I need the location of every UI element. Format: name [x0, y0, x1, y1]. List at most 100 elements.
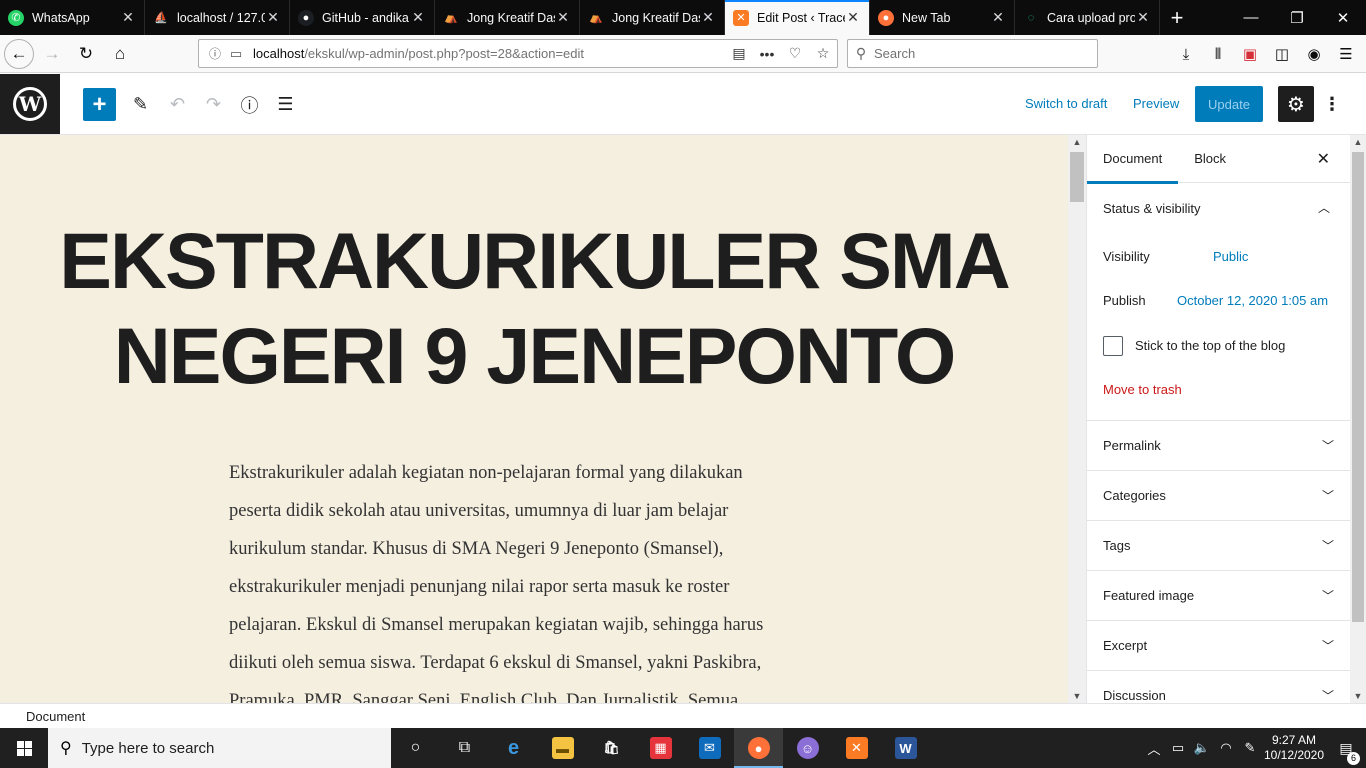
restore-icon[interactable]: ❐ [1274, 0, 1320, 35]
visibility-toggle[interactable]: Public [1213, 249, 1248, 264]
undo-icon[interactable]: ↶ [161, 88, 194, 121]
close-icon[interactable]: ✕ [990, 9, 1006, 26]
tab-new-tab[interactable]: ● New Tab ✕ [870, 0, 1015, 35]
taskbar-search[interactable]: ⚲ Type here to search [48, 728, 391, 768]
tab-cara-upload[interactable]: ◌ Cara upload pro ✕ [1015, 0, 1160, 35]
xampp-taskbar-icon[interactable]: ✕ [832, 728, 881, 768]
tab-phpmyadmin[interactable]: ⛵ localhost / 127.0 ✕ [145, 0, 290, 35]
tab-edit-post[interactable]: ✕ Edit Post ‹ Trace ✕ [725, 0, 870, 35]
close-window-icon[interactable]: ✕ [1320, 0, 1366, 35]
mail-icon[interactable]: ✉ [685, 728, 734, 768]
new-tab-button[interactable]: + [1160, 0, 1194, 35]
cortana-icon[interactable]: ○ [391, 728, 440, 768]
task-view-icon[interactable]: ⧉ [440, 728, 489, 768]
panel-title: Categories [1103, 488, 1166, 503]
home-icon[interactable]: ⌂ [104, 38, 136, 70]
scroll-down-icon[interactable]: ▼ [1350, 691, 1366, 701]
page-actions-icon[interactable]: ••• [753, 46, 781, 62]
close-icon[interactable]: ✕ [700, 9, 716, 26]
sidebar-icon[interactable]: ◫ [1266, 38, 1298, 70]
close-icon[interactable]: ✕ [1317, 149, 1330, 169]
post-title-line: EKSTRAKURIKULER SMA [59, 216, 1011, 305]
scrollbar-thumb[interactable] [1352, 152, 1364, 622]
scroll-up-icon[interactable]: ▲ [1350, 137, 1366, 147]
canvas-scrollbar[interactable]: ▲ ▼ [1068, 135, 1086, 703]
volume-icon[interactable]: 🔈 [1190, 740, 1214, 756]
forward-arrow-icon[interactable]: → [36, 38, 68, 70]
account-icon[interactable]: ◉ [1298, 38, 1330, 70]
panel-excerpt[interactable]: Excerpt ﹀ [1087, 621, 1350, 671]
wifi-icon[interactable]: ◠ [1214, 740, 1238, 756]
url-text[interactable]: localhost/ekskul/wp-admin/post.php?post=… [253, 46, 584, 61]
close-icon[interactable]: ✕ [120, 9, 136, 26]
stick-to-top-checkbox[interactable] [1103, 336, 1123, 356]
tab-whatsapp[interactable]: ✆ WhatsApp ✕ [0, 0, 145, 35]
scroll-up-icon[interactable]: ▲ [1068, 137, 1086, 147]
tab-jong-kreatif-1[interactable]: ⛺ Jong Kreatif Das ✕ [435, 0, 580, 35]
chevron-up-icon[interactable]: ︿ [1318, 199, 1330, 216]
menu-icon[interactable]: ☰ [1330, 38, 1362, 70]
battery-icon[interactable]: ▭ [1166, 740, 1190, 756]
edit-tools-icon[interactable]: ✎ [124, 88, 157, 121]
pocket-icon[interactable]: ♡ [781, 45, 809, 62]
redo-icon[interactable]: ↷ [197, 88, 230, 121]
close-icon[interactable]: ✕ [845, 9, 861, 26]
add-block-button[interactable]: + [83, 88, 116, 121]
word-icon[interactable]: W [881, 728, 930, 768]
post-title[interactable]: EKSTRAKURIKULER SMA NEGERI 9 JENEPONTO [0, 213, 1068, 403]
wordpress-logo-icon[interactable]: W [0, 74, 60, 134]
info-shield-icon[interactable]: ⓘ [203, 45, 227, 62]
panel-tags[interactable]: Tags ﹀ [1087, 521, 1350, 571]
close-icon[interactable]: ✕ [555, 9, 571, 26]
breadcrumb-document[interactable]: Document [26, 709, 85, 724]
reload-icon[interactable]: ↻ [70, 38, 102, 70]
clock[interactable]: 9:27 AM 10/12/2020 [1262, 733, 1326, 763]
notification-center-icon[interactable]: ▤ 6 [1326, 740, 1366, 765]
tab-github[interactable]: ● GitHub - andika ✕ [290, 0, 435, 35]
tab-block[interactable]: Block [1178, 135, 1242, 183]
github-desktop-icon[interactable]: ☺ [783, 728, 832, 768]
back-arrow-icon[interactable]: ← [4, 38, 34, 69]
update-button[interactable]: Update [1195, 86, 1263, 122]
tab-document[interactable]: Document [1087, 135, 1179, 184]
reader-view-icon[interactable]: ▤ [725, 45, 753, 62]
edge-icon[interactable]: e [489, 728, 538, 768]
panel-title[interactable]: Status & visibility [1103, 201, 1201, 216]
switch-to-draft-button[interactable]: Switch to draft [1025, 96, 1107, 111]
chevron-up-icon[interactable]: ︿ [1142, 739, 1166, 758]
download-icon[interactable]: ⤓ [1170, 38, 1202, 70]
bookmark-star-icon[interactable]: ☆ [809, 45, 837, 62]
file-explorer-icon[interactable]: ▬ [538, 728, 587, 768]
paragraph-line: ekstrakurikuler menjadi penunjang nilai … [229, 577, 730, 597]
more-options-icon[interactable]: ⋮ [1320, 86, 1344, 122]
scroll-down-icon[interactable]: ▼ [1068, 691, 1086, 701]
move-to-trash-button[interactable]: Move to trash [1103, 382, 1182, 397]
panel-discussion[interactable]: Discussion ﹀ [1087, 671, 1350, 703]
library-icon[interactable]: ⫴ [1202, 38, 1234, 70]
publish-date-toggle[interactable]: October 12, 2020 1:05 am [1177, 293, 1328, 308]
panel-categories[interactable]: Categories ﹀ [1087, 471, 1350, 521]
search-bar[interactable]: ⚲ Search [847, 39, 1098, 68]
minimize-icon[interactable]: — [1228, 0, 1274, 35]
stick-to-top-label[interactable]: Stick to the top of the blog [1135, 338, 1285, 353]
info-icon[interactable]: ⓘ [233, 88, 266, 121]
gift-app-icon[interactable]: ▦ [636, 728, 685, 768]
sidebar-scrollbar[interactable]: ▲ ▼ [1350, 135, 1366, 703]
panel-featured-image[interactable]: Featured image ﹀ [1087, 571, 1350, 621]
start-button[interactable] [0, 728, 48, 768]
pocket-list-icon[interactable]: ▣ [1234, 38, 1266, 70]
close-icon[interactable]: ✕ [1135, 9, 1151, 26]
settings-gear-icon[interactable]: ⚙ [1278, 86, 1314, 122]
url-bar[interactable]: ⓘ ▭ localhost/ekskul/wp-admin/post.php?p… [198, 39, 838, 68]
tab-jong-kreatif-2[interactable]: ⛺ Jong Kreatif Das ✕ [580, 0, 725, 35]
close-icon[interactable]: ✕ [410, 9, 426, 26]
block-navigation-icon[interactable]: ☰ [269, 88, 302, 121]
panel-permalink[interactable]: Permalink ﹀ [1087, 421, 1350, 471]
paragraph-block[interactable]: Ekstrakurikuler adalah kegiatan non-pela… [229, 454, 829, 703]
firefox-taskbar-icon[interactable]: ● [734, 728, 783, 768]
close-icon[interactable]: ✕ [265, 9, 281, 26]
scrollbar-thumb[interactable] [1070, 152, 1084, 202]
pen-icon[interactable]: ✎ [1238, 740, 1262, 756]
preview-button[interactable]: Preview [1133, 96, 1179, 111]
store-icon[interactable]: 🛍 [587, 728, 636, 768]
